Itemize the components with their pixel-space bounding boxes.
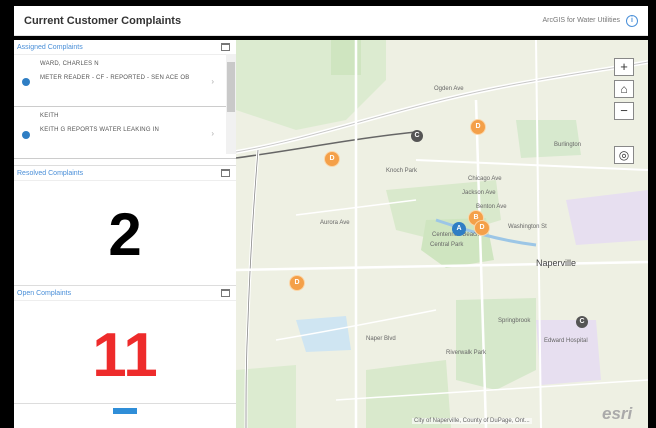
panel-title: Resolved Complaints [17,169,84,177]
resolved-count: 2 [108,201,142,268]
map-label: Chicago Ave [468,176,502,182]
map-view[interactable]: Ogden Ave Knoch Park Centennial Beach Na… [236,40,648,428]
sidebar: Assigned Complaints WARD, CHARLES N METE… [14,40,236,428]
complaint-name: KEITH [40,113,59,119]
header-right: ArcGIS for Water Utilities i [542,14,638,27]
assigned-complaints-panel: Assigned Complaints WARD, CHARLES N METE… [14,40,236,166]
open-count: 11 [92,321,158,390]
complaint-marker[interactable]: D [470,119,486,135]
panel-title: Assigned Complaints [17,43,83,51]
complaint-desc: KEITH G REPORTS WATER LEAKING IN [40,127,159,133]
map-attribution: City of Naperville, County of DuPage, On… [412,418,532,424]
home-button[interactable]: ⌂ [614,80,634,98]
map-label: Naper Blvd [366,336,396,342]
map-label: Jackson Ave [462,190,496,196]
chevron-right-icon: › [211,77,214,86]
map-label: Burlington [554,142,582,148]
expand-icon[interactable] [221,169,230,177]
complaint-marker[interactable]: C [576,316,588,328]
map-label: Edward Hospital [544,338,588,344]
list-item[interactable]: KEITH KEITH G REPORTS WATER LEAKING IN › [14,107,236,159]
scrollbar-thumb[interactable] [227,62,235,112]
expand-icon[interactable] [221,43,230,51]
complaint-marker[interactable]: A [452,222,466,236]
complaint-dot-icon [22,131,30,139]
page-title: Current Customer Complaints [24,14,182,27]
complaint-marker[interactable]: C [411,130,423,142]
info-icon[interactable]: i [626,14,638,27]
map-label: Central Park [430,242,464,248]
map-label: Naperville [536,258,577,268]
open-complaints-panel: Open Complaints 11 [14,286,236,404]
expand-icon[interactable] [221,289,230,297]
map-label: Springbrook [498,318,531,324]
app-subtitle: ArcGIS for Water Utilities [542,17,620,24]
complaint-marker[interactable]: D [289,275,305,291]
panel-header: Resolved Complaints [14,166,236,181]
esri-logo: esri [602,404,633,423]
resolved-complaints-panel: Resolved Complaints 2 [14,166,236,286]
map-label: Washington St [508,224,547,230]
locate-button[interactable]: ◎ [614,146,634,164]
zoom-out-button[interactable]: − [614,102,634,120]
complaint-marker[interactable]: D [474,220,490,236]
zoom-in-button[interactable]: + [614,58,634,76]
panel-header: Open Complaints [14,286,236,301]
complaint-dot-icon [22,78,30,86]
map-label: Riverwalk Park [446,350,487,356]
map-label: Aurora Ave [320,220,350,226]
map-label: Knoch Park [386,168,418,174]
complaint-marker[interactable]: D [324,151,340,167]
app-header: Current Customer Complaints ArcGIS for W… [14,6,648,36]
map-label: Benton Ave [476,204,507,210]
panel-header: Assigned Complaints [14,40,236,55]
complaint-desc: METER READER - CF - REPORTED - SEN ACE O… [40,75,190,81]
chevron-right-icon: › [211,129,214,138]
panel-title: Open Complaints [17,289,72,297]
list-item[interactable]: WARD, CHARLES N METER READER - CF - REPO… [14,55,236,107]
map-label: Ogden Ave [434,86,464,92]
panel-resize-handle[interactable] [113,408,137,414]
complaint-name: WARD, CHARLES N [40,61,99,67]
